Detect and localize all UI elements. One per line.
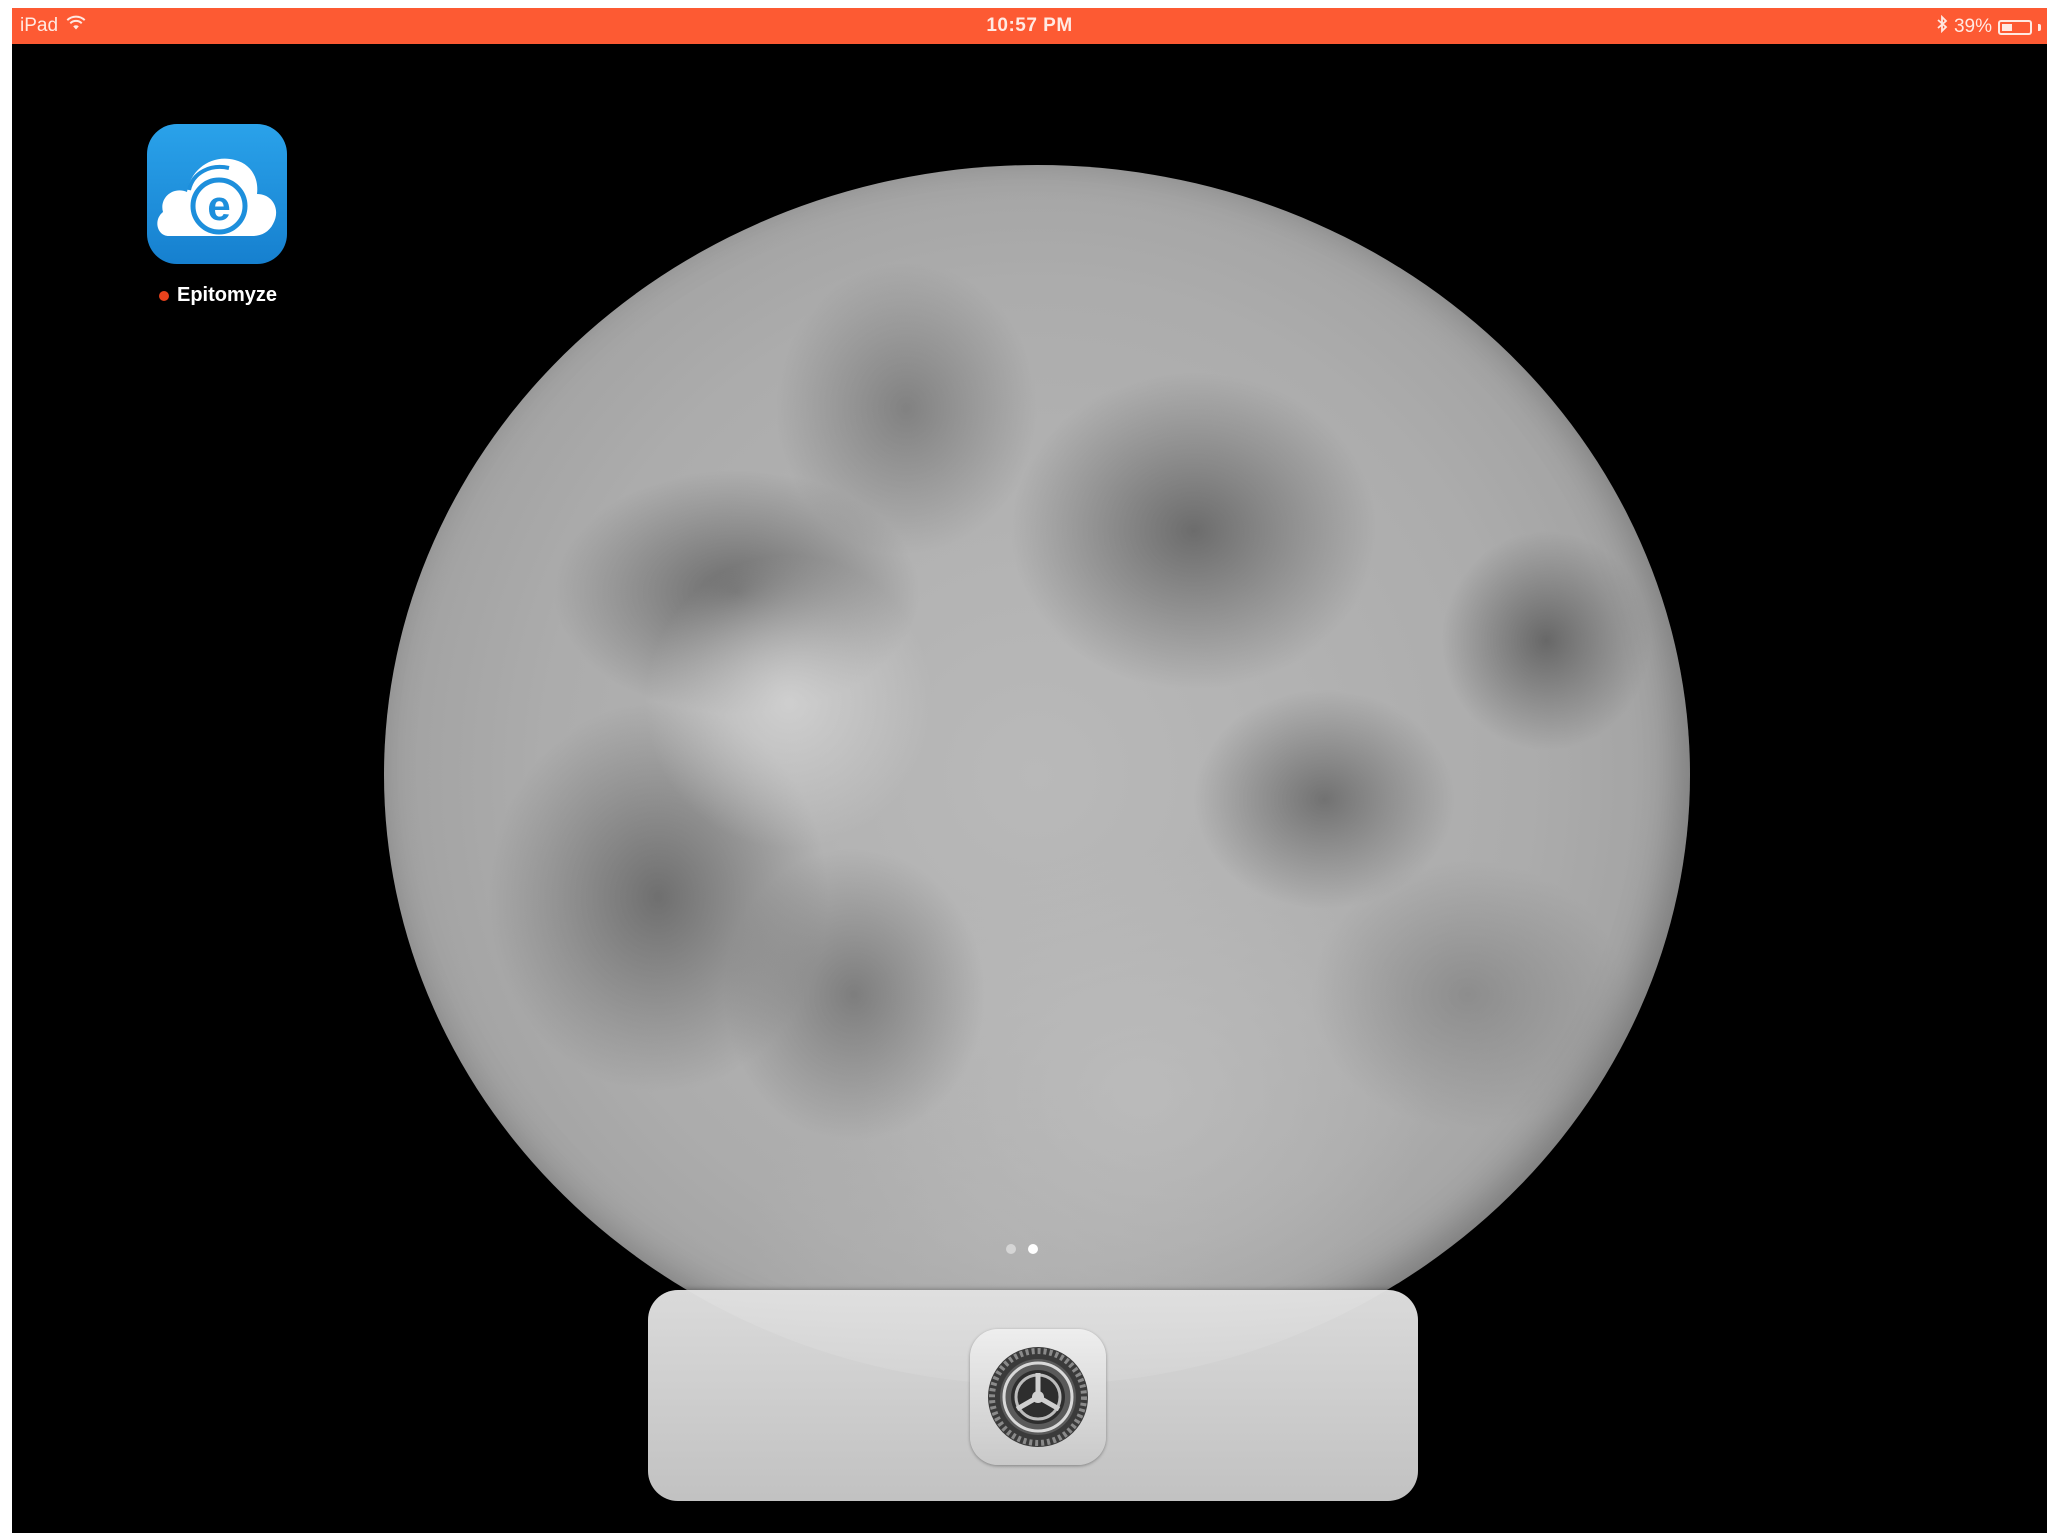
- app-label-row: Epitomyze: [133, 284, 303, 307]
- app-label: Epitomyze: [176, 284, 278, 306]
- page-dot-1[interactable]: [1006, 1244, 1016, 1254]
- battery-percent: 39%: [1953, 16, 1992, 37]
- svg-text:e: e: [207, 182, 230, 229]
- settings-app[interactable]: [970, 1329, 1106, 1465]
- battery-nub: [2038, 23, 2041, 31]
- epitomyze-cloud-e-icon: e: [147, 124, 287, 264]
- page-dot-2-active[interactable]: [1028, 1244, 1038, 1254]
- new-install-dot: [158, 290, 169, 301]
- battery-level-fill: [2002, 23, 2012, 31]
- status-bar: iPad 10:57 PM 39%: [12, 8, 2047, 44]
- app-epitomyze[interactable]: e Epitomyze: [133, 124, 293, 306]
- status-right: 39%: [1936, 14, 2041, 39]
- settings-gear-icon: [970, 1347, 1106, 1469]
- moon-wallpaper: [384, 165, 1690, 1385]
- status-time: 10:57 PM: [986, 15, 1073, 36]
- page-indicator[interactable]: [1006, 1244, 1038, 1254]
- bluetooth-icon: [1936, 14, 1948, 39]
- ipad-home-screen: iPad 10:57 PM 39% e Epitomyze: [12, 8, 2047, 1533]
- battery-icon: [1998, 19, 2032, 35]
